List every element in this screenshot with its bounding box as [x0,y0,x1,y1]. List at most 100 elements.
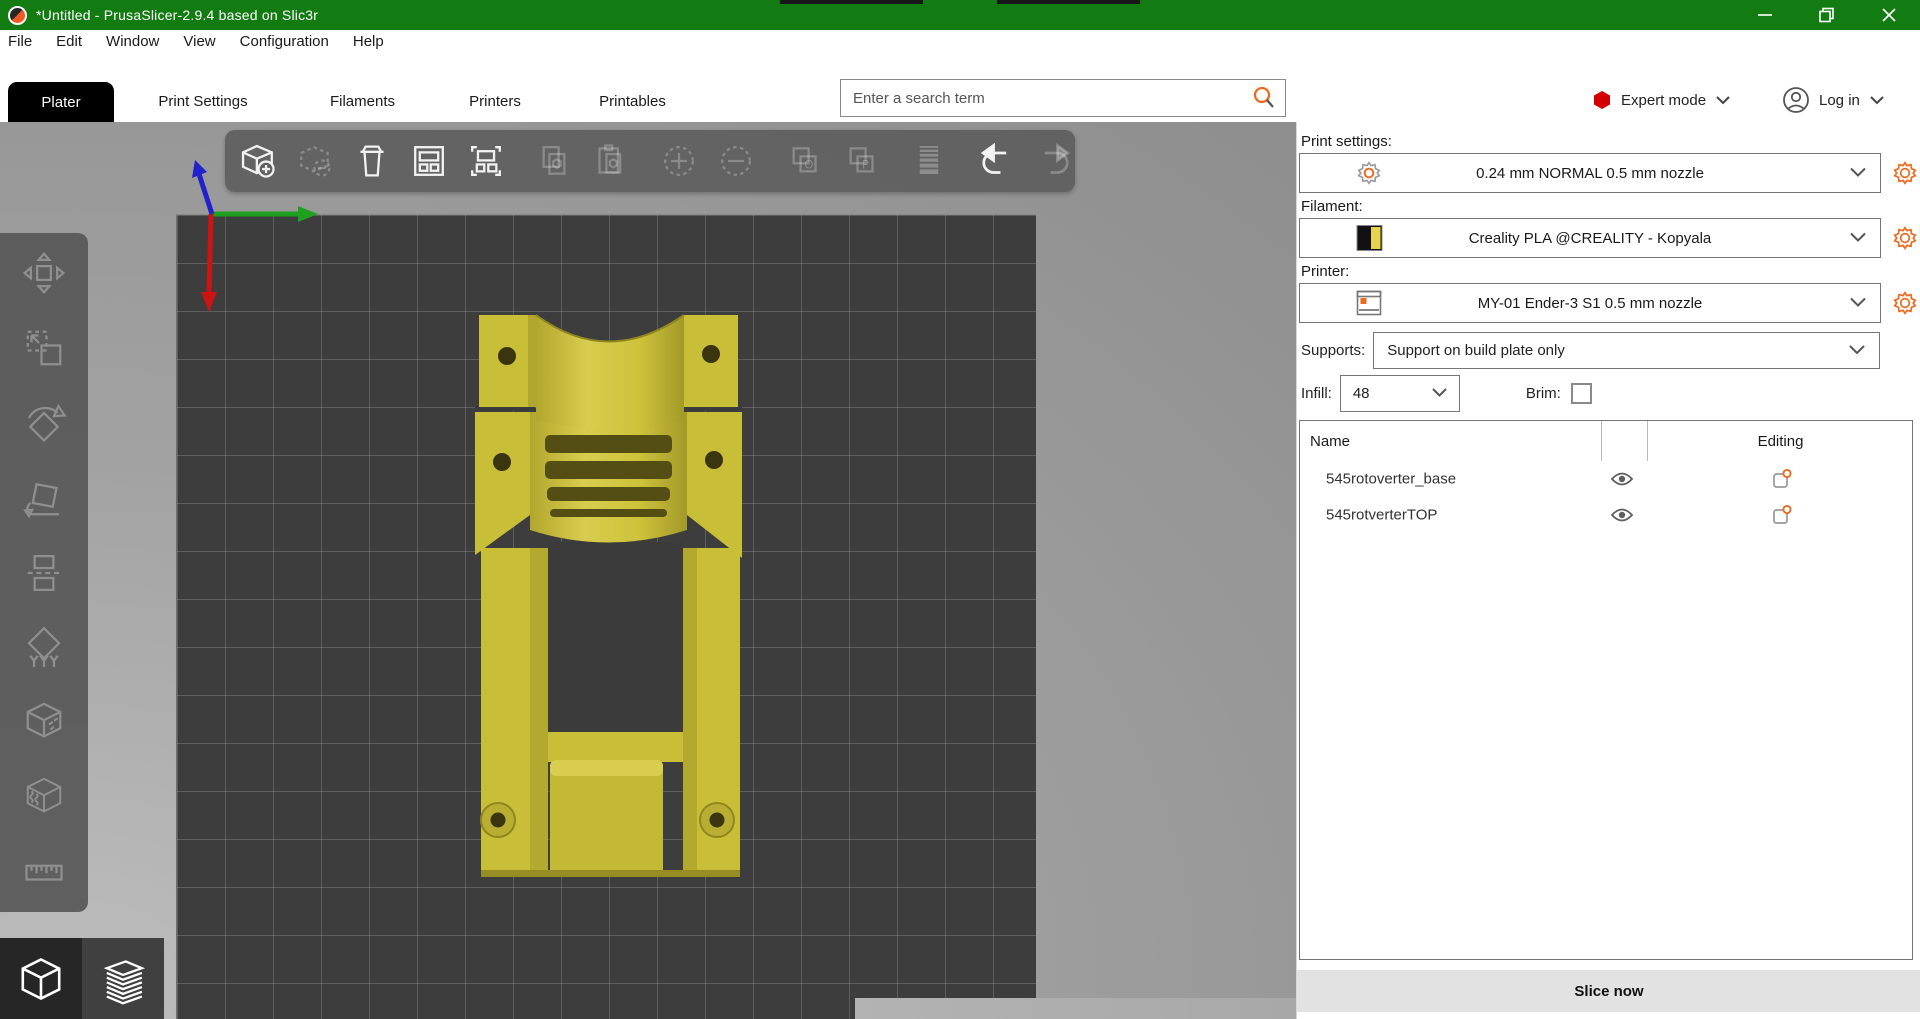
tab-printers[interactable]: Printers [440,88,550,116]
tab-plater[interactable]: Plater [8,82,114,122]
search-icon[interactable] [1251,85,1277,111]
brim-checkbox[interactable] [1571,383,1592,404]
minimize-button[interactable] [1734,0,1796,30]
edit-settings-icon[interactable] [1771,504,1793,526]
object-name[interactable]: 545rotoverter_base [1326,471,1456,488]
titlebar: *Untitled - PrusaSlicer-2.9.4 based on S… [0,0,1920,30]
edit-settings-icon[interactable] [1771,468,1793,490]
eye-icon[interactable] [1610,471,1634,487]
column-divider [1601,421,1602,461]
delete-all-icon [349,138,395,184]
scale-icon [19,323,69,373]
menu-edit[interactable]: Edit [56,33,82,50]
delete-model-button[interactable] [292,138,338,184]
slice-now-button[interactable]: Slice now [1297,970,1920,1012]
infill-value: 48 [1353,385,1370,402]
left-toolbar [0,233,88,912]
menu-configuration[interactable]: Configuration [240,33,329,50]
copy-icon [531,138,577,184]
delete-all-button[interactable] [349,138,395,184]
viewport-3d[interactable]: O P [0,122,1296,1019]
filament-value: Creality PLA @CREALITY - Kopyala [1300,219,1880,257]
place-on-face-icon [19,473,69,523]
measure-tool-button[interactable] [18,846,70,898]
object-row[interactable]: 545rotverterTOP [1300,497,1912,533]
scale-tool-button[interactable] [18,322,70,374]
copy-button[interactable] [531,138,577,184]
chevron-down-icon [1869,95,1885,105]
add-instance-button[interactable] [656,138,702,184]
arrange-button[interactable] [406,138,452,184]
infill-combo[interactable]: 48 [1340,375,1460,412]
menu-window[interactable]: Window [106,33,159,50]
paint-supports-tool-button[interactable] [18,621,70,673]
viewport-floor [855,998,1296,1019]
login-control[interactable]: Log in [1782,82,1885,118]
paste-button[interactable] [588,138,634,184]
split-parts-button[interactable]: P [838,138,884,184]
mode-selector[interactable]: Expert mode [1592,82,1731,118]
top-toolbar: O P [225,130,1075,192]
close-button[interactable] [1858,0,1920,30]
object-row[interactable]: 545rotoverter_base [1300,461,1912,497]
place-on-face-tool-button[interactable] [18,472,70,524]
menu-help[interactable]: Help [353,33,384,50]
svg-text:P: P [862,157,869,171]
seam-painting-tool-button[interactable] [18,696,70,748]
user-avatar-icon [1782,86,1810,114]
minimize-icon [1755,5,1775,25]
menu-file[interactable]: File [8,33,32,50]
remove-instance-button[interactable] [713,138,759,184]
tab-printables[interactable]: Printables [570,88,695,116]
menubar: File Edit Window View Configuration Help [0,30,1920,52]
printer-value: MY-01 Ender-3 S1 0.5 mm nozzle [1300,284,1880,322]
print-settings-value: 0.24 mm NORMAL 0.5 mm nozzle [1300,154,1880,192]
split-objects-icon: O [781,138,827,184]
editing-column-header[interactable]: Editing [1647,421,1914,461]
printer-edit-gear-button[interactable] [1892,290,1918,316]
search-input[interactable] [841,90,1251,107]
chevron-down-icon [1715,95,1731,105]
variable-layer-height-button[interactable] [906,138,952,184]
print-settings-edit-gear-button[interactable] [1892,160,1918,186]
object-name[interactable]: 545rotverterTOP [1326,507,1437,524]
filament-combo[interactable]: Creality PLA @CREALITY - Kopyala [1299,218,1881,258]
overlay-strip [780,0,923,4]
printer-combo[interactable]: MY-01 Ender-3 S1 0.5 mm nozzle [1299,283,1881,323]
arrange-bed-button[interactable] [463,138,509,184]
rotate-tool-button[interactable] [18,397,70,449]
redo-button[interactable] [1031,138,1077,184]
add-model-button[interactable] [235,138,281,184]
undo-button[interactable] [974,138,1020,184]
chevron-down-icon [1849,295,1867,312]
chevron-down-icon [1849,165,1867,182]
menu-view[interactable]: View [183,33,215,50]
variable-layer-height-icon [906,138,952,184]
delete-model-icon [292,138,338,184]
name-column-header[interactable]: Name [1310,421,1350,461]
brim-label: Brim: [1526,385,1561,402]
preview-view-button[interactable] [82,938,164,1019]
restore-icon [1817,5,1837,25]
fuzzy-skin-tool-button[interactable] [18,771,70,823]
overlay-strip [997,0,1140,4]
print-settings-combo[interactable]: 0.24 mm NORMAL 0.5 mm nozzle [1299,153,1881,193]
supports-combo[interactable]: Support on build plate only [1373,332,1880,369]
split-objects-button[interactable]: O [781,138,827,184]
paste-icon [588,138,634,184]
editor-view-cube-icon [15,953,67,1005]
tab-filaments[interactable]: Filaments [305,88,420,116]
restore-button[interactable] [1796,0,1858,30]
model-545rotoverter[interactable] [440,280,780,900]
fuzzy-skin-icon [19,772,69,822]
editor-view-button[interactable] [0,938,82,1019]
filament-edit-gear-button[interactable] [1892,225,1918,251]
eye-icon[interactable] [1610,507,1634,523]
preview-layers-icon [96,952,150,1006]
cut-icon [19,548,69,598]
tab-print-settings[interactable]: Print Settings [140,88,266,116]
cut-tool-button[interactable] [18,547,70,599]
arrange-bed-icon [463,138,509,184]
object-list: Name Editing 545rotoverter_base 545rotve… [1299,420,1913,960]
move-tool-button[interactable] [18,247,70,299]
